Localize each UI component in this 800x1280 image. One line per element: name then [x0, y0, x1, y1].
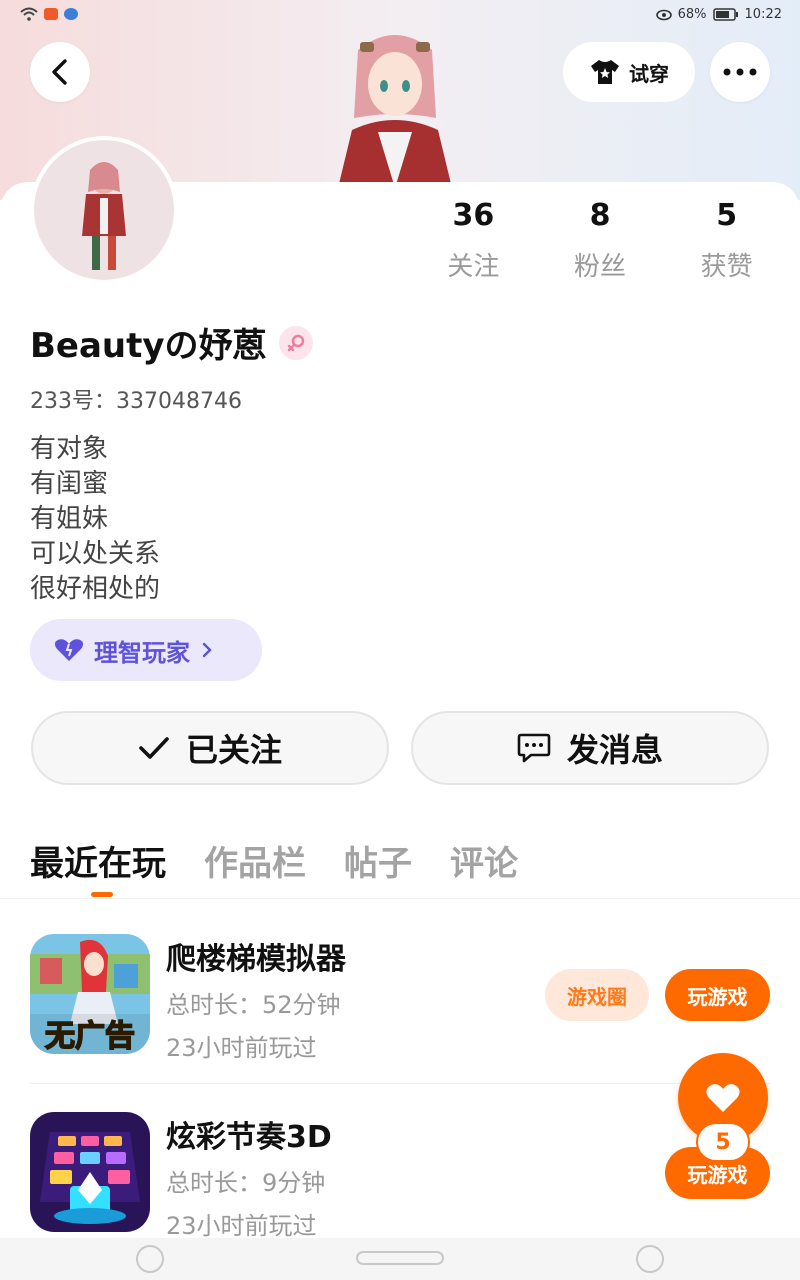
more-dots-icon — [723, 68, 757, 76]
game-last-played: 23小时前玩过 — [166, 1034, 317, 1062]
game-duration: 总时长：52分钟 — [166, 991, 341, 1019]
tabs-divider — [0, 898, 800, 899]
avatar-character-illustration — [338, 35, 452, 188]
bio-line: 有姐妹 — [30, 504, 109, 534]
send-message-button[interactable]: 发消息 — [411, 711, 769, 785]
user-id: 233号：337048746 — [30, 389, 242, 414]
heart-icon — [706, 1084, 740, 1112]
row-divider — [30, 1083, 770, 1084]
clock: 10:22 — [744, 7, 782, 22]
shirt-icon — [591, 60, 619, 84]
female-gender-icon — [278, 325, 313, 360]
game-duration: 总时长：9分钟 — [166, 1169, 326, 1197]
chevron-right-icon — [202, 642, 212, 658]
back-button[interactable] — [30, 42, 90, 102]
game-list-item[interactable]: 炫彩节奏3D 总时长：9分钟 23小时前玩过 玩游戏 — [30, 1110, 770, 1240]
wifi-icon — [20, 7, 38, 21]
app-notification-icon — [64, 8, 78, 20]
chat-bubble-icon — [517, 733, 551, 763]
like-count-badge: 5 — [696, 1122, 750, 1162]
stat-value: 5 — [716, 198, 738, 233]
assistant-icon[interactable] — [636, 1245, 664, 1273]
stat-likes[interactable]: 5 获赞 — [663, 196, 790, 283]
stat-label: 粉丝 — [574, 252, 627, 282]
followed-label: 已关注 — [185, 731, 282, 769]
bio-line: 可以处关系 — [30, 539, 161, 569]
stat-value: 36 — [452, 198, 495, 233]
bio-line: 有对象 — [30, 434, 109, 464]
followed-button[interactable]: 已关注 — [31, 711, 389, 785]
eye-icon — [655, 9, 672, 20]
game-last-played: 23小时前玩过 — [166, 1212, 317, 1240]
stat-label: 关注 — [447, 252, 500, 282]
try-on-label: 试穿 — [629, 61, 669, 86]
stat-followers[interactable]: 8 粉丝 — [537, 196, 664, 283]
app-switcher-icon[interactable] — [136, 1245, 164, 1273]
battery-percent: 68% — [677, 7, 707, 22]
game-icon-label: 无广告 — [45, 1019, 135, 1054]
stat-label: 获赞 — [700, 252, 753, 282]
tab-comments[interactable]: 评论 — [450, 836, 518, 885]
game-list-item[interactable]: 无广告 爬楼梯模拟器 总时长：52分钟 23小时前玩过 游戏圈 玩游戏 — [30, 932, 770, 1062]
more-options-button[interactable] — [710, 42, 770, 102]
game-circle-button[interactable]: 游戏圈 — [545, 969, 649, 1021]
player-tag-badge[interactable]: 理智玩家 — [30, 619, 262, 681]
profile-stats: 36 关注 8 粉丝 5 获赞 — [410, 196, 790, 283]
active-tab-indicator — [91, 892, 113, 897]
battery-icon — [712, 8, 738, 21]
send-message-label: 发消息 — [566, 731, 663, 769]
app-notification-icon — [44, 8, 58, 20]
stat-value: 8 — [589, 198, 611, 233]
chevron-left-icon — [52, 59, 67, 85]
tab-posts[interactable]: 帖子 — [344, 836, 412, 885]
player-tag-label: 理智玩家 — [94, 638, 190, 667]
username: Beautyの妤蒽 — [30, 326, 267, 366]
profile-tabs: 最近在玩 作品栏 帖子 评论 — [30, 836, 518, 885]
bio: 有对象 有闺蜜 有姐妹 可以处关系 很好相处的 — [30, 432, 160, 607]
bio-line: 很好相处的 — [30, 574, 161, 604]
avatar-figure-icon — [82, 162, 126, 270]
bio-line: 有闺蜜 — [30, 469, 109, 499]
game-title: 爬楼梯模拟器 — [166, 942, 346, 977]
stat-following[interactable]: 36 关注 — [410, 196, 537, 283]
game-icon: 无广告 — [30, 934, 150, 1054]
heart-icon — [54, 639, 84, 661]
home-gesture-bar[interactable] — [356, 1251, 444, 1265]
avatar[interactable] — [30, 136, 178, 284]
tab-recently-played[interactable]: 最近在玩 — [30, 836, 166, 885]
username-row: Beautyの妤蒽 — [30, 318, 313, 367]
system-nav-bar — [0, 1238, 800, 1280]
try-on-button[interactable]: 试穿 — [563, 42, 695, 102]
game-title: 炫彩节奏3D — [166, 1120, 332, 1155]
play-game-button[interactable]: 玩游戏 — [665, 969, 770, 1021]
checkmark-icon — [139, 737, 169, 759]
tab-works[interactable]: 作品栏 — [204, 836, 306, 885]
game-icon — [30, 1112, 150, 1232]
